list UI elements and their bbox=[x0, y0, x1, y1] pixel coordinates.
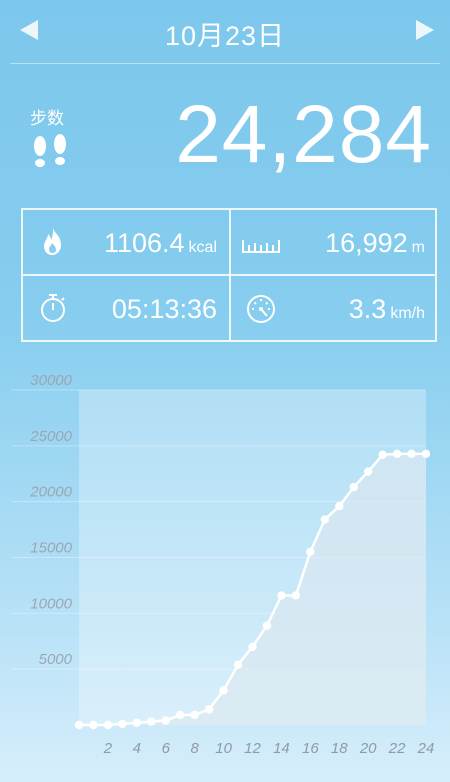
x-tick-label: 24 bbox=[417, 740, 435, 757]
x-tick-label: 6 bbox=[162, 740, 171, 757]
data-point bbox=[349, 482, 358, 492]
data-point bbox=[219, 686, 228, 695]
header-divider bbox=[10, 63, 440, 64]
x-tick-label: 12 bbox=[244, 740, 261, 757]
data-point bbox=[103, 720, 113, 730]
y-tick-label: 5000 bbox=[39, 651, 73, 668]
duration-cell: 05:13:36 bbox=[23, 276, 229, 340]
data-point bbox=[233, 660, 243, 669]
data-point bbox=[204, 705, 214, 714]
data-point bbox=[306, 547, 315, 557]
data-point bbox=[335, 501, 344, 511]
data-point bbox=[147, 717, 156, 726]
data-point bbox=[161, 716, 170, 725]
data-point bbox=[291, 591, 301, 600]
stats-grid: 1106.4 kcal 16,992 m 05:13:36 3.3 km/h bbox=[21, 208, 437, 342]
data-point bbox=[74, 720, 84, 730]
x-tick-label: 2 bbox=[103, 740, 113, 757]
footprints-icon bbox=[34, 134, 66, 167]
data-point bbox=[392, 449, 402, 459]
date-header: 10月23日 bbox=[0, 0, 450, 62]
x-tick-label: 20 bbox=[359, 740, 377, 757]
duration-value: 05:13:36 bbox=[111, 294, 217, 324]
x-tick-label: 10 bbox=[215, 740, 232, 757]
ruler-icon bbox=[242, 240, 280, 253]
distance-unit: m bbox=[411, 239, 425, 256]
data-point bbox=[248, 642, 257, 652]
data-point bbox=[132, 718, 142, 727]
x-tick-label: 8 bbox=[190, 740, 199, 757]
data-point bbox=[407, 449, 416, 459]
data-point bbox=[363, 467, 373, 476]
x-tick-label: 22 bbox=[388, 740, 406, 757]
y-tick-label: 15000 bbox=[30, 540, 72, 557]
data-point bbox=[277, 591, 286, 600]
x-tick-label: 18 bbox=[331, 740, 348, 757]
y-tick-label: 25000 bbox=[29, 428, 72, 445]
steps-chart: 500010000150002000025000300002 4 6 8 10 12 14 1… bbox=[11, 372, 435, 757]
date-title: 10月23日 bbox=[164, 21, 286, 51]
calories-value: 1106.4 bbox=[103, 228, 185, 258]
y-tick-label: 30000 bbox=[30, 372, 72, 389]
calories-cell: 1106.4 kcal bbox=[23, 210, 229, 274]
x-tick-label: 16 bbox=[302, 740, 319, 757]
steps-value: 24,284 bbox=[175, 89, 432, 180]
steps-label: 步数 bbox=[30, 109, 64, 128]
x-tick-label: 14 bbox=[273, 740, 290, 757]
data-point bbox=[190, 710, 199, 720]
x-tick-label: 4 bbox=[133, 740, 141, 757]
data-point bbox=[89, 720, 98, 730]
speed-value: 3.3 bbox=[348, 294, 387, 324]
y-tick-label: 20000 bbox=[29, 484, 72, 501]
chevron-right-icon[interactable] bbox=[414, 18, 436, 42]
distance-value: 16,992 bbox=[325, 228, 408, 258]
calories-unit: kcal bbox=[188, 239, 217, 256]
data-point bbox=[176, 710, 185, 720]
y-tick-label: 10000 bbox=[30, 595, 72, 612]
data-point bbox=[421, 449, 431, 459]
speedometer-icon bbox=[247, 295, 275, 323]
distance-cell: 16,992 m bbox=[231, 210, 437, 274]
data-point bbox=[262, 621, 272, 630]
speed-unit: km/h bbox=[390, 305, 425, 322]
data-point bbox=[118, 719, 127, 729]
data-point bbox=[378, 450, 387, 459]
flame-icon bbox=[44, 228, 61, 255]
stopwatch-icon bbox=[41, 294, 65, 322]
speed-cell: 3.3 km/h bbox=[231, 276, 437, 340]
data-point bbox=[320, 515, 329, 524]
